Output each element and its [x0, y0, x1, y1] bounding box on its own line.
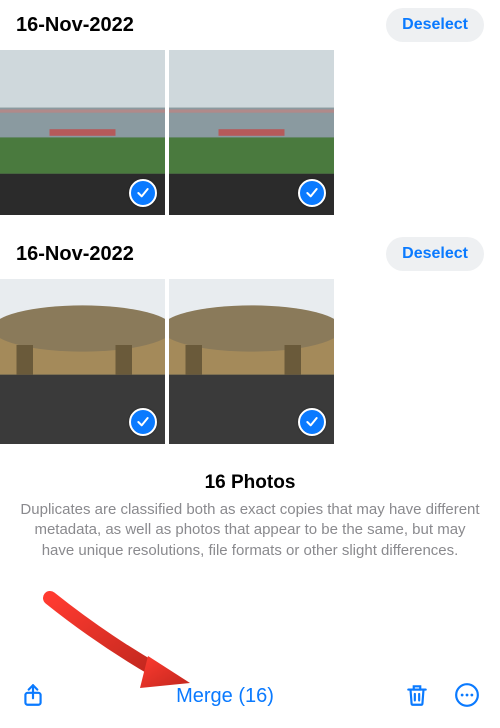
- group-header: 16-Nov-2022 Deselect: [0, 0, 500, 50]
- summary-title: 16 Photos: [18, 472, 482, 494]
- thumbnail-row: [0, 50, 500, 229]
- selected-check-icon: [298, 179, 326, 207]
- thumbnail-row: [0, 279, 500, 458]
- photo-thumbnail[interactable]: [0, 279, 165, 444]
- photo-thumbnail[interactable]: [169, 279, 334, 444]
- trash-icon: [404, 682, 430, 708]
- group-date: 16-Nov-2022: [16, 243, 134, 266]
- more-button[interactable]: [450, 678, 484, 715]
- merge-button[interactable]: Merge (16): [176, 685, 274, 708]
- deselect-button[interactable]: Deselect: [386, 237, 484, 271]
- selected-check-icon: [129, 179, 157, 207]
- share-icon: [20, 682, 46, 708]
- share-button[interactable]: [16, 678, 50, 715]
- summary-text: Duplicates are classified both as exact …: [18, 500, 482, 561]
- photo-thumbnail[interactable]: [0, 50, 165, 215]
- deselect-button[interactable]: Deselect: [386, 8, 484, 42]
- ellipsis-circle-icon: [454, 682, 480, 708]
- duplicates-summary: 16 Photos Duplicates are classified both…: [0, 458, 500, 571]
- delete-button[interactable]: [400, 678, 434, 715]
- photos-duplicates-screen: 16-Nov-2022 Deselect: [0, 0, 500, 728]
- selected-check-icon: [298, 408, 326, 436]
- group-date: 16-Nov-2022: [16, 14, 134, 37]
- photo-thumbnail[interactable]: [169, 50, 334, 215]
- selected-check-icon: [129, 408, 157, 436]
- group-header: 16-Nov-2022 Deselect: [0, 229, 500, 279]
- bottom-toolbar: Merge (16): [0, 664, 500, 728]
